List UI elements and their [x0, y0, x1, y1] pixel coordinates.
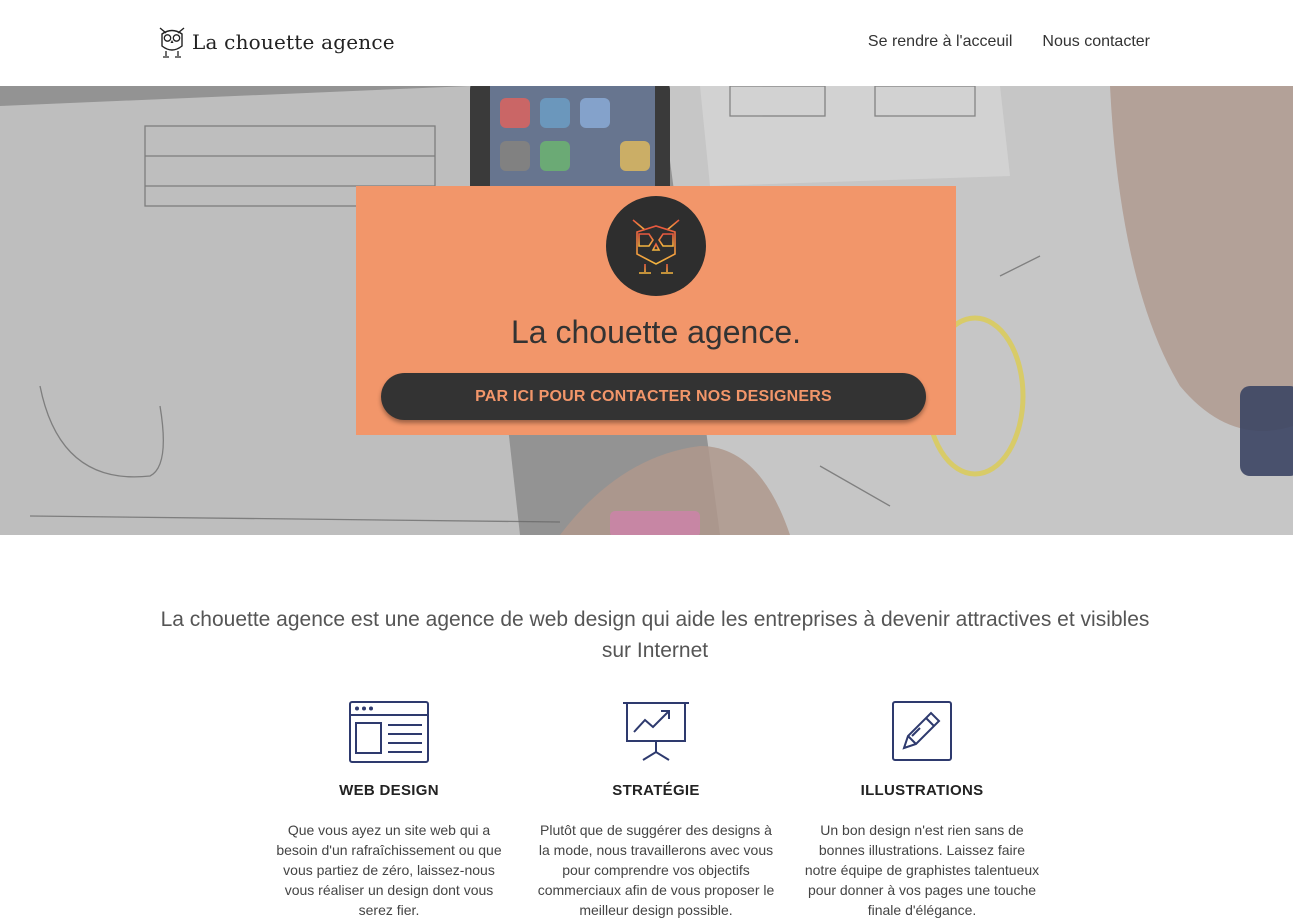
hero-title: La chouette agence.: [510, 314, 801, 350]
feature-illustrations: ILLUSTRATIONS Un bon design n'est rien s…: [802, 696, 1042, 918]
feature-web-design: WEB DESIGN Que vous ayez un site web qui…: [269, 696, 509, 918]
owl-logo-icon: [159, 27, 185, 58]
feature-strategy: STRATÉGIE Plutôt que de suggérer des des…: [536, 696, 776, 918]
strategy-chart-icon: [536, 696, 776, 766]
feature-text: Un bon design n'est rien sans de bonnes …: [804, 822, 1040, 918]
owl-logo-icon: [632, 219, 680, 274]
feature-title: WEB DESIGN: [339, 782, 439, 799]
feature-text: Plutôt que de suggérer des designs à la …: [537, 822, 775, 918]
contact-designers-button[interactable]: PAR ICI POUR CONTACTER NOS DESIGNERS: [381, 373, 926, 420]
main-nav: Se rendre à l'acceuil Nous contacter: [868, 33, 1150, 51]
brand-name: La chouette agence: [192, 30, 395, 54]
nav-link-contact[interactable]: Nous contacter: [1042, 33, 1150, 51]
hero-banner: La chouette agence. PAR ICI POUR CONTACT…: [0, 86, 1293, 535]
brand-logo[interactable]: La chouette agence: [157, 24, 395, 60]
hero-card: La chouette agence. PAR ICI POUR CONTACT…: [356, 186, 956, 435]
feature-title: STRATÉGIE: [612, 782, 700, 799]
feature-title: ILLUSTRATIONS: [860, 782, 984, 799]
nav-link-home[interactable]: Se rendre à l'acceuil: [868, 33, 1012, 51]
feature-text: Que vous ayez un site web qui a besoin d…: [276, 822, 502, 918]
agency-tagline: La chouette agence est une agence de web…: [160, 608, 1150, 662]
hero-owl-badge: [606, 196, 706, 296]
site-header: La chouette agence Se rendre à l'acceuil…: [0, 0, 1293, 86]
web-design-icon: [269, 696, 509, 766]
pencil-icon: [802, 696, 1042, 766]
